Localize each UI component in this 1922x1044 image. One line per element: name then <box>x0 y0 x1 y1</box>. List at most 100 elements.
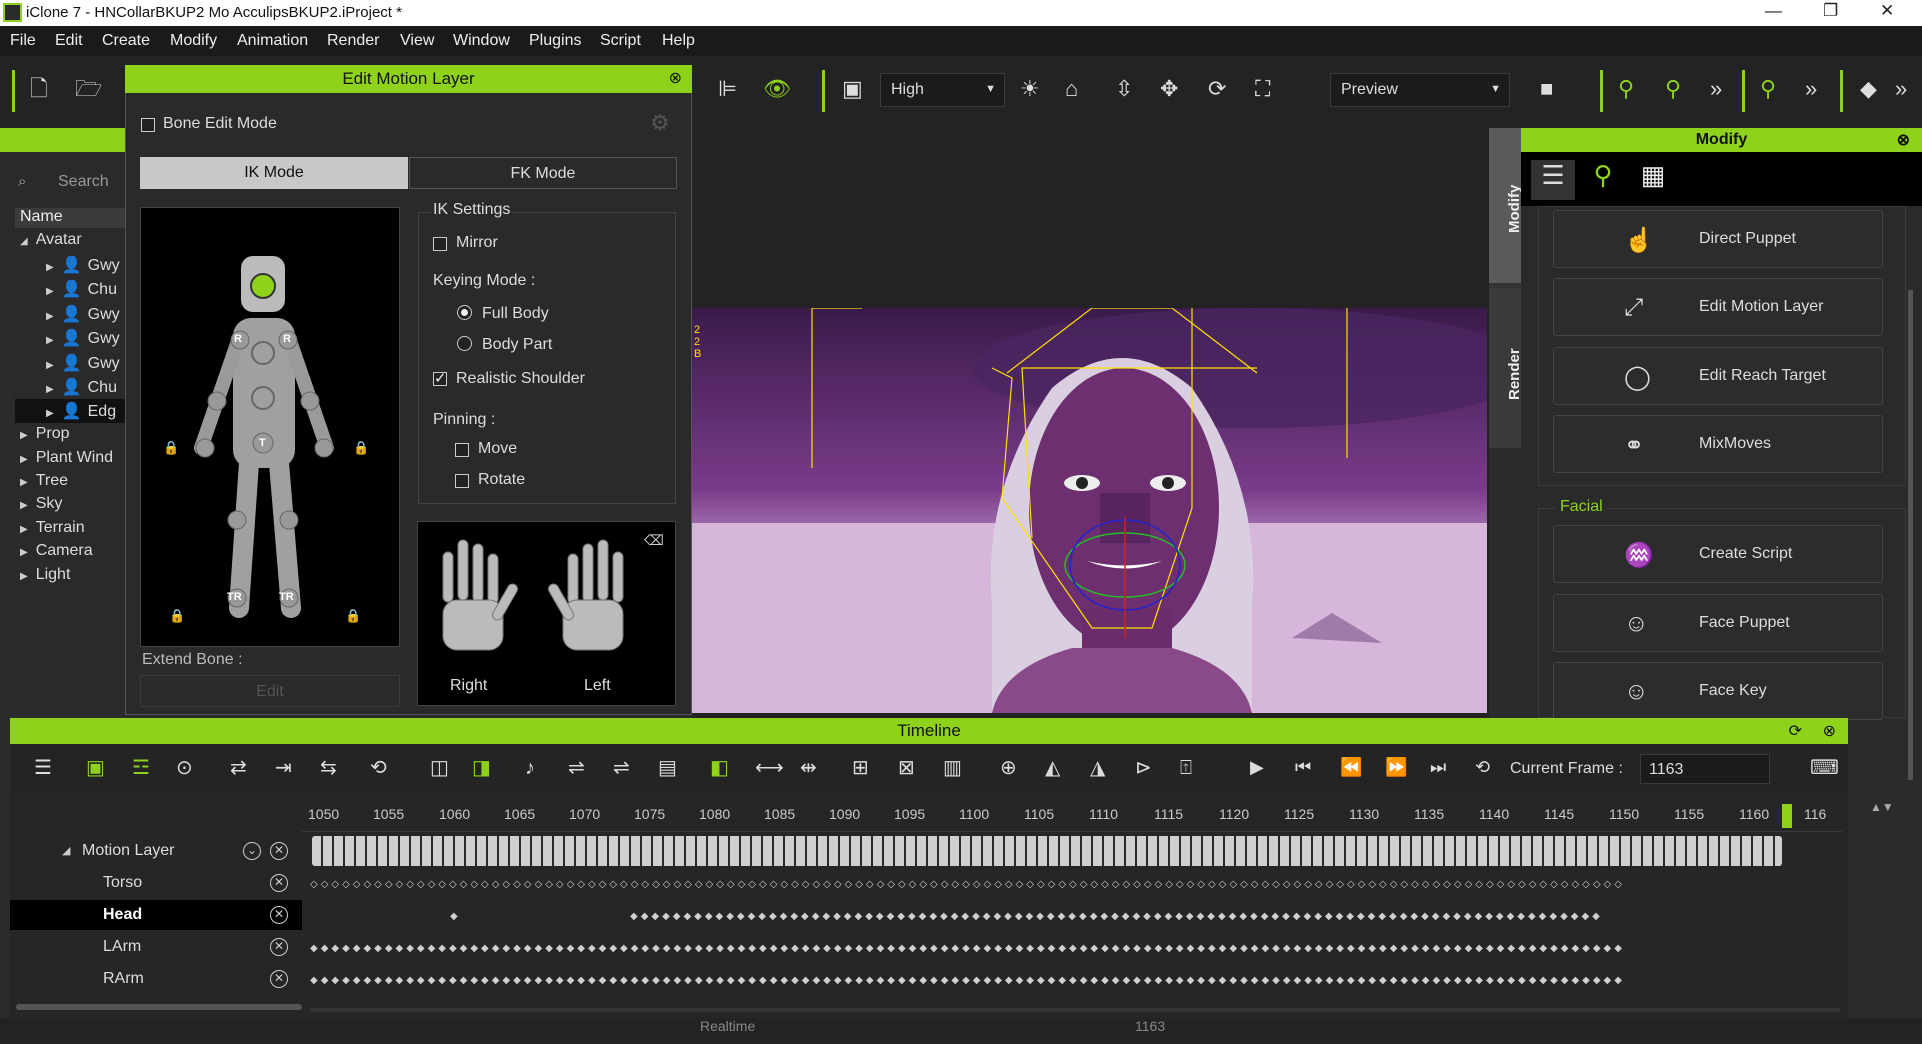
remove-track-icon[interactable]: ✕ <box>270 970 288 988</box>
menu-view[interactable]: View <box>400 32 434 50</box>
move-icon[interactable]: ✥ <box>1160 78 1178 100</box>
motion-icon[interactable]: ⚲ <box>1760 78 1776 100</box>
range-icon[interactable]: ◧ <box>710 758 729 778</box>
track-motion-layer[interactable]: ◢ Motion Layer ⌄ ✕ <box>10 836 302 866</box>
transition-icon[interactable]: ⇆ <box>320 758 337 778</box>
restore-icon[interactable]: ❐ <box>1823 1 1838 21</box>
rarm-keys[interactable]: ◆◆◆◆◆◆◆◆◆◆◆◆◆◆◆◆◆◆◆◆◆◆◆◆◆◆◆◆◆◆◆◆◆◆◆◆◆◆◆◆… <box>310 975 1785 987</box>
camera-icon[interactable]: ■ <box>1540 78 1553 100</box>
track-rarm[interactable]: RArm ✕ <box>10 964 302 994</box>
pin-move-checkbox[interactable] <box>455 443 469 457</box>
lock-icon[interactable]: 🔒 <box>353 440 369 456</box>
fit-marker-icon[interactable]: ⊳ <box>1135 758 1152 778</box>
puppet-icon[interactable]: ⚲ <box>1665 78 1681 100</box>
visibility-eye-icon[interactable]: 👁 <box>763 78 791 100</box>
export-icon[interactable]: ⍐ <box>1180 758 1192 778</box>
zoom-icon[interactable]: ⊕ <box>1000 758 1017 778</box>
tab-modify[interactable]: Modify <box>1489 128 1523 283</box>
loop-mode-icon[interactable]: ⟲ <box>1475 758 1490 776</box>
go-end-icon[interactable]: ⏭ <box>1430 758 1446 776</box>
torso-keys[interactable]: ◇◇◇◇◇◇◇◇◇◇◇◇◇◇◇◇◇◇◇◇◇◇◇◇◇◇◇◇◇◇◇◇◇◇◇◇◇◇◇◇… <box>310 879 1785 891</box>
track-larm[interactable]: LArm ✕ <box>10 932 302 962</box>
menu-script[interactable]: Script <box>600 32 641 50</box>
more-icon[interactable]: » <box>1710 78 1722 100</box>
larm-keys[interactable]: ◆◆◆◆◆◆◆◆◆◆◆◆◆◆◆◆◆◆◆◆◆◆◆◆◆◆◆◆◆◆◆◆◆◆◆◆◆◆◆◆… <box>310 943 1785 955</box>
menu-modify[interactable]: Modify <box>170 32 217 50</box>
tab-motion-icon[interactable]: ⚲ <box>1581 160 1625 200</box>
tab-render[interactable]: Render <box>1489 288 1523 448</box>
add-key-icon[interactable]: ⊞ <box>852 758 869 778</box>
tree-item-light[interactable]: ▶ Light <box>20 566 70 584</box>
tree-item-actor[interactable]: ▶ 👤 Chu <box>46 377 117 397</box>
face-key-button[interactable]: ☺ Face Key <box>1553 662 1883 720</box>
menu-help[interactable]: Help <box>662 32 695 50</box>
eye-track-icon[interactable]: ⊙ <box>176 758 193 778</box>
more-icon[interactable]: » <box>1805 78 1817 100</box>
mixer-icon[interactable]: ▤ <box>658 758 677 778</box>
align-icon[interactable]: ⊫ <box>718 78 737 100</box>
tree-item-actor-selected[interactable]: ▶ 👤 Edg <box>15 399 125 423</box>
ik-body-figure[interactable]: R R T TR TR 🔒 🔒 🔒 🔒 <box>140 207 400 647</box>
lock-icon[interactable]: 🔒 <box>169 608 185 624</box>
extend-bone-edit-button[interactable]: Edit <box>140 675 400 707</box>
modify-panel-scrollbar[interactable] <box>1908 290 1913 780</box>
playhead[interactable] <box>1782 804 1792 828</box>
menu-window[interactable]: Window <box>453 32 510 50</box>
play-icon[interactable]: ▶ <box>1250 758 1264 776</box>
full-body-radio[interactable] <box>457 305 472 320</box>
tab-fk-mode[interactable]: FK Mode <box>409 157 677 189</box>
next-marker-icon[interactable]: ◮ <box>1090 758 1105 778</box>
tree-item-terrain[interactable]: ▶ Terrain <box>20 519 85 537</box>
scene-name-header[interactable]: Name <box>15 208 125 228</box>
tree-item-tree[interactable]: ▶ Tree <box>20 472 68 490</box>
minimize-icon[interactable]: — <box>1765 1 1782 21</box>
tab-ik-mode[interactable]: IK Mode <box>140 157 408 189</box>
face-puppet-button[interactable]: ☺ Face Puppet <box>1553 594 1883 652</box>
lock-icon[interactable]: 🔒 <box>163 440 179 456</box>
current-frame-input[interactable]: 1163 <box>1640 754 1770 784</box>
home-icon[interactable]: ⌂ <box>1065 78 1078 100</box>
tree-item-avatar[interactable]: ◢ Avatar <box>20 231 82 249</box>
insert-icon[interactable]: ⇥ <box>275 758 292 778</box>
mirror-checkbox[interactable] <box>433 237 447 251</box>
lock-icon[interactable]: 🔒 <box>345 608 361 624</box>
motion-layer-clip[interactable] <box>312 836 1782 866</box>
head-keys[interactable]: ◆◆◆◆◆◆◆◆◆◆◆◆◆◆◆◆◆◆◆◆◆◆◆◆◆◆◆◆◆◆◆◆◆◆◆◆◆◆◆◆… <box>630 911 1785 923</box>
step-back-icon[interactable]: ⏪ <box>1340 758 1362 776</box>
menu-animation[interactable]: Animation <box>237 32 308 50</box>
quality-dropdown[interactable]: High ▼ <box>880 73 1005 107</box>
fit-vertical-icon[interactable]: ⇳ <box>1115 78 1133 100</box>
more-icon[interactable]: » <box>1895 78 1907 100</box>
menu-file[interactable]: File <box>10 32 36 50</box>
tree-item-prop[interactable]: ▶ Prop <box>20 425 70 443</box>
mixmoves-button[interactable]: ⚭ MixMoves <box>1553 415 1883 473</box>
viewport-scene-render[interactable]: 2 2 B <box>692 308 1487 713</box>
remove-track-icon[interactable]: ✕ <box>270 906 288 924</box>
tree-item-actor[interactable]: ▶ 👤 Gwy <box>46 353 120 373</box>
body-part-radio[interactable] <box>457 336 472 351</box>
expand-range-icon[interactable]: ⇹ <box>800 758 817 778</box>
close-icon[interactable]: ⊗ <box>1823 721 1836 741</box>
reach-target-icon[interactable]: ⚲ <box>1618 78 1634 100</box>
bottom-frame-field[interactable]: 1163 <box>1135 1018 1165 1034</box>
fit-range-icon[interactable]: ⟷ <box>755 758 784 778</box>
light-icon[interactable]: ☀ <box>1020 78 1040 100</box>
split-icon[interactable]: ◫ <box>430 758 449 778</box>
close-icon[interactable]: ⊗ <box>1897 130 1910 150</box>
tab-settings-sliders-icon[interactable]: ☰ <box>1531 160 1575 200</box>
loop-icon[interactable]: ⟲ <box>370 758 387 778</box>
tree-item-actor[interactable]: ▶ 👤 Gwy <box>46 328 120 348</box>
go-start-icon[interactable]: ⏮ <box>1295 758 1311 776</box>
menu-render[interactable]: Render <box>327 32 379 50</box>
track-torso[interactable]: Torso ✕ <box>10 868 302 898</box>
menu-edit[interactable]: Edit <box>55 32 83 50</box>
create-script-button[interactable]: ♒ Create Script <box>1553 525 1883 583</box>
rotate-icon[interactable]: ⟳ <box>1208 78 1226 100</box>
settings-gear-icon[interactable]: ⚙ <box>650 110 670 136</box>
frame-icon[interactable]: ⛶ <box>1255 78 1270 100</box>
bone-edit-mode-checkbox[interactable] <box>141 118 155 132</box>
menu-plugins[interactable]: Plugins <box>529 32 581 50</box>
eraser-icon[interactable]: ⌫ <box>644 532 664 549</box>
track-head-selected[interactable]: Head ✕ <box>10 900 302 930</box>
tab-material-checker-icon[interactable]: ▦ <box>1631 160 1675 200</box>
